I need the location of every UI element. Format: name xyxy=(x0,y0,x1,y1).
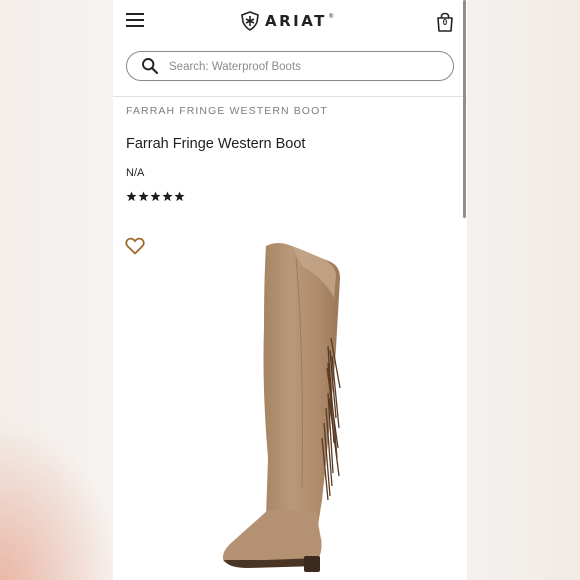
trademark-symbol: ® xyxy=(328,14,334,20)
star-icon xyxy=(162,191,173,202)
heart-icon[interactable] xyxy=(125,237,145,255)
product-title: Farrah Fringe Western Boot xyxy=(126,136,306,152)
star-icon xyxy=(138,191,149,202)
brand-name: ARIAT xyxy=(265,12,327,30)
product-image xyxy=(222,243,341,572)
mobile-page: ARIAT ® 0 FARRAH FRINGE WESTERN BOOT Far… xyxy=(113,0,467,580)
star-icon xyxy=(150,191,161,202)
search-input[interactable] xyxy=(167,55,441,79)
star-rating[interactable] xyxy=(126,191,185,202)
search-bar xyxy=(126,51,454,81)
brand-logo[interactable]: ARIAT ® xyxy=(240,11,333,31)
breadcrumb: FARRAH FRINGE WESTERN BOOT xyxy=(126,105,328,117)
ariat-shield-icon xyxy=(241,11,259,31)
search-icon[interactable] xyxy=(141,57,159,75)
background-glow xyxy=(0,420,120,580)
star-icon xyxy=(174,191,185,202)
star-icon xyxy=(126,191,137,202)
product-price: N/A xyxy=(126,167,145,179)
cart-count: 0 xyxy=(442,18,448,27)
shopping-bag-icon[interactable]: 0 xyxy=(434,11,456,33)
site-header: ARIAT ® 0 xyxy=(113,0,467,42)
header-divider xyxy=(113,96,467,97)
menu-icon[interactable] xyxy=(126,13,144,27)
scrollbar[interactable] xyxy=(463,0,466,218)
